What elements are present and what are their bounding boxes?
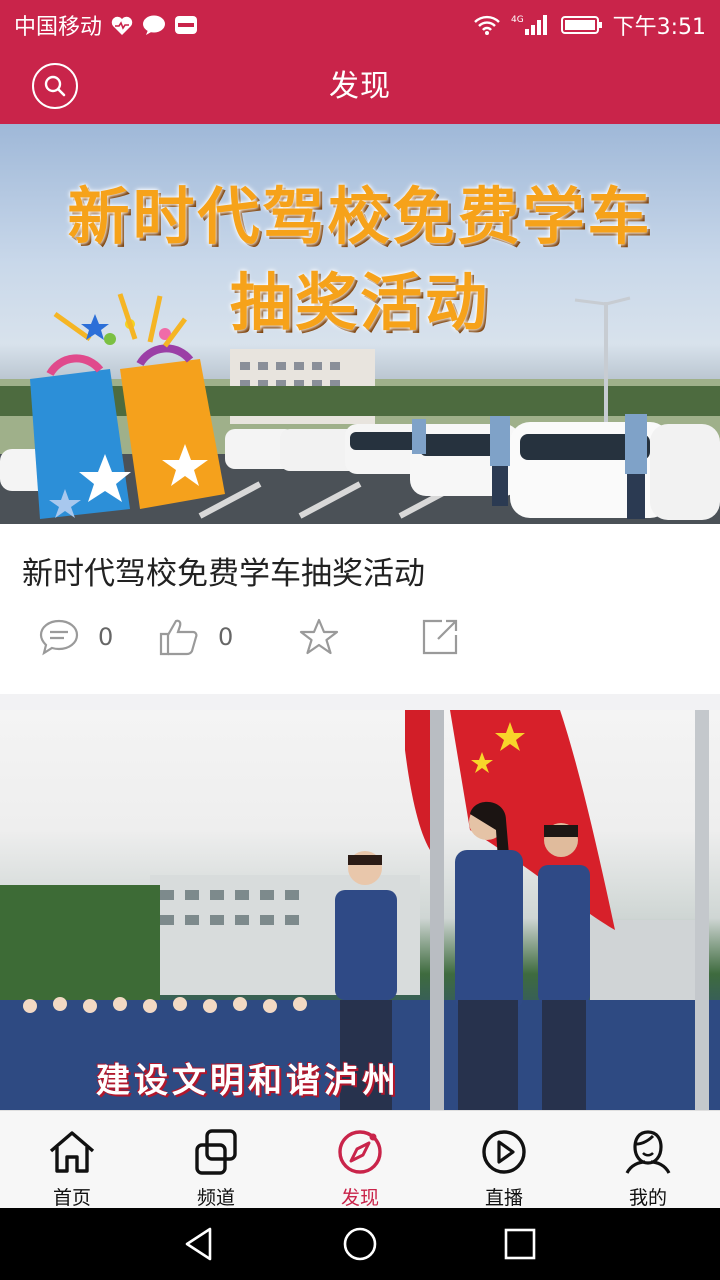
tab-discover[interactable]: 发现 (288, 1111, 432, 1209)
profile-icon (625, 1130, 671, 1174)
star-icon (299, 618, 339, 655)
tab-profile-label: 我的 (628, 1187, 667, 1209)
tab-live[interactable]: 直播 (432, 1111, 576, 1209)
feed-item-title[interactable]: 新时代驾校免费学车抽奖活动 (22, 548, 425, 593)
status-bar: 中国移动 4G 下午3:51 (0, 0, 720, 50)
like-button[interactable]: 0 (158, 614, 233, 660)
signal-icon: 4G (511, 13, 551, 37)
system-navigation-bar (0, 1208, 720, 1280)
search-icon (44, 75, 66, 97)
wifi-icon (473, 14, 501, 36)
app-bar: 发现 (0, 50, 720, 124)
feed-item-actions: 0 0 (0, 614, 720, 660)
banner-subheadline: 抽奖活动 (229, 266, 490, 339)
heart-pulse-icon (110, 14, 134, 36)
banner-headline: 新时代驾校免费学车 (67, 180, 653, 253)
share-button[interactable] (420, 614, 460, 660)
home-circle-icon (343, 1227, 377, 1261)
banner-caption: 建设文明和谐泸州 (96, 1061, 400, 1101)
favorite-button[interactable] (298, 614, 340, 660)
compass-icon (338, 1130, 382, 1174)
flag-raising-scene (0, 710, 720, 1110)
carrier-label: 中国移动 (14, 15, 103, 40)
comment-icon (39, 619, 79, 656)
tab-channels[interactable]: 频道 (144, 1111, 288, 1209)
page-title: 发现 (329, 69, 391, 104)
clock-label: 下午3:51 (612, 15, 706, 40)
network-type-label: 4G (511, 15, 524, 25)
tab-live-label: 直播 (484, 1187, 523, 1209)
tab-channels-label: 频道 (196, 1187, 235, 1209)
recents-button[interactable] (502, 1226, 538, 1262)
battery-icon (560, 14, 603, 36)
feed-item[interactable]: 新时代驾校免费学车 抽奖活动 新时代驾校免费学车抽奖活动 0 0 (0, 124, 720, 694)
like-count: 0 (218, 623, 234, 651)
bottom-nav: 首页 频道 发现 直播 我的 (0, 1110, 720, 1209)
feed-item[interactable]: 建设文明和谐泸州 (0, 710, 720, 1110)
tab-profile[interactable]: 我的 (576, 1111, 720, 1209)
back-triangle-icon (185, 1227, 212, 1261)
back-button[interactable] (182, 1226, 218, 1262)
feed-item-image[interactable]: 建设文明和谐泸州 (0, 710, 720, 1110)
thumbs-up-icon (159, 619, 198, 656)
news-app-icon (174, 14, 198, 36)
recents-square-icon (504, 1228, 536, 1260)
home-icon (49, 1131, 95, 1173)
discover-feed[interactable]: 新时代驾校免费学车 抽奖活动 新时代驾校免费学车抽奖活动 0 0 建设文明和谐泸… (0, 124, 720, 1110)
tab-home[interactable]: 首页 (0, 1111, 144, 1209)
feed-item-image[interactable]: 新时代驾校免费学车 抽奖活动 (0, 124, 720, 524)
comment-count: 0 (98, 623, 114, 651)
search-button[interactable] (32, 63, 78, 109)
chat-bubble-icon (142, 14, 166, 36)
channels-icon (195, 1129, 237, 1175)
play-circle-icon (482, 1130, 526, 1174)
tab-home-label: 首页 (52, 1187, 91, 1209)
comment-button[interactable]: 0 (38, 614, 113, 660)
home-button[interactable] (342, 1226, 378, 1262)
tab-discover-label: 发现 (340, 1187, 379, 1209)
share-icon (422, 619, 458, 655)
